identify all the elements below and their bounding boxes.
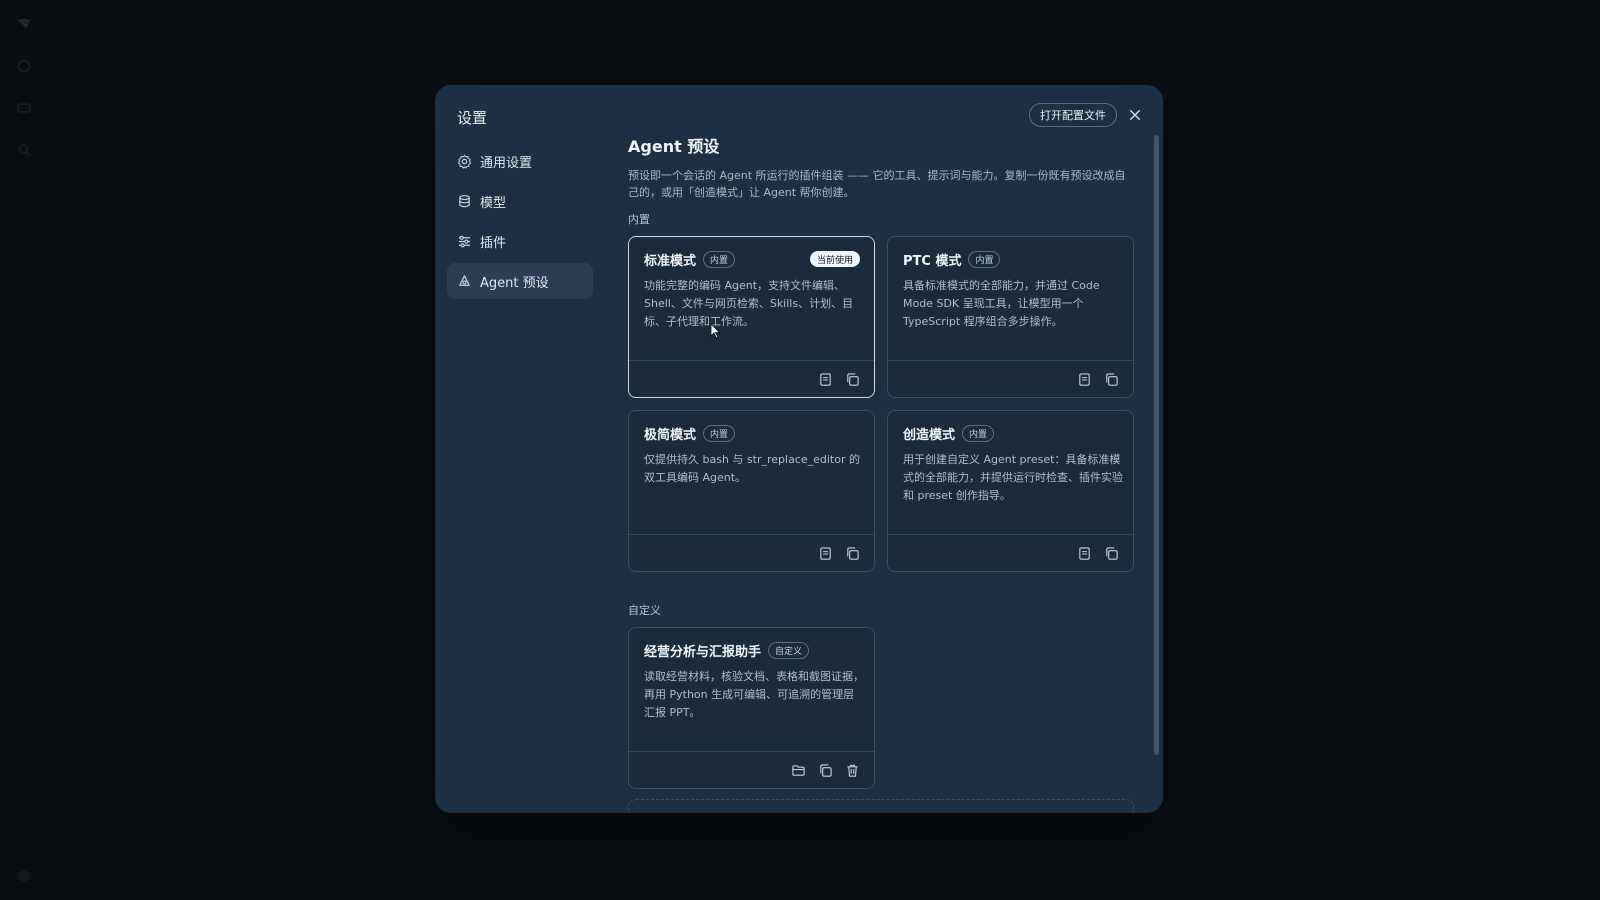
builtin-badge: 内置 bbox=[962, 425, 995, 442]
copy-icon[interactable] bbox=[845, 372, 860, 387]
modal-title: 设置 bbox=[457, 109, 488, 127]
add-preset-placeholder[interactable] bbox=[628, 799, 1134, 813]
page-description: 预设即一个会话的 Agent 所运行的插件组装 —— 它的工具、提示词与能力。复… bbox=[628, 169, 1126, 199]
card-actions bbox=[629, 534, 874, 571]
view-document-icon[interactable] bbox=[818, 546, 833, 561]
custom-presets-grid: 经营分析与汇报助手 自定义 读取经营材料，核验文档、表格和截图证据，再用 Pyt… bbox=[628, 627, 1138, 789]
preset-description: 读取经营材料，核验文档、表格和截图证据，再用 Python 生成可编辑、可追溯的… bbox=[644, 670, 864, 719]
custom-section-label: 自定义 bbox=[628, 604, 661, 617]
gear-icon bbox=[457, 154, 472, 169]
preset-card-minimal[interactable]: 极简模式 内置 仅提供持久 bash 与 str_replace_editor … bbox=[628, 410, 875, 572]
preset-card-create[interactable]: 创造模式 内置 用于创建自定义 Agent preset：具备标准模式的全部能力… bbox=[887, 410, 1134, 572]
copy-icon[interactable] bbox=[818, 763, 833, 778]
sidebar-item-agent-presets[interactable]: Agent 预设 bbox=[447, 263, 593, 299]
settings-sidebar: 通用设置 模型 插件 Agent 预设 bbox=[447, 143, 593, 303]
card-actions bbox=[888, 534, 1133, 571]
copy-icon[interactable] bbox=[845, 546, 860, 561]
copy-icon[interactable] bbox=[1104, 372, 1119, 387]
page-title: Agent 预设 bbox=[628, 137, 720, 156]
card-actions bbox=[629, 360, 874, 397]
open-config-file-button[interactable]: 打开配置文件 bbox=[1029, 103, 1117, 127]
database-icon bbox=[459, 194, 470, 207]
sidebar-item-plugins[interactable]: 插件 bbox=[447, 223, 593, 259]
card-actions bbox=[629, 751, 874, 788]
preset-description: 用于创建自定义 Agent preset：具备标准模式的全部能力，并提供运行时检… bbox=[903, 453, 1123, 502]
sidebar-item-models[interactable]: 模型 bbox=[447, 183, 593, 219]
view-document-icon[interactable] bbox=[1077, 546, 1092, 561]
mouse-cursor-icon bbox=[710, 323, 720, 339]
preset-card-business-analysis[interactable]: 经营分析与汇报助手 自定义 读取经营材料，核验文档、表格和截图证据，再用 Pyt… bbox=[628, 627, 875, 789]
builtin-badge: 内置 bbox=[968, 251, 1001, 268]
preset-description: 具备标准模式的全部能力，并通过 Code Mode SDK 呈现工具，让模型用一… bbox=[903, 279, 1100, 328]
content-scrollbar[interactable] bbox=[1154, 135, 1159, 755]
agent-icon bbox=[459, 274, 470, 286]
close-icon[interactable] bbox=[1125, 105, 1145, 125]
sidebar-item-label: 通用设置 bbox=[480, 155, 533, 171]
builtin-section-label: 内置 bbox=[628, 213, 650, 226]
copy-icon[interactable] bbox=[1104, 546, 1119, 561]
preset-card-ptc[interactable]: PTC 模式 内置 具备标准模式的全部能力，并通过 Code Mode SDK … bbox=[887, 236, 1134, 398]
agent-presets-panel: Agent 预设 预设即一个会话的 Agent 所运行的插件组装 —— 它的工具… bbox=[628, 131, 1138, 813]
preset-name: 经营分析与汇报助手 bbox=[644, 645, 762, 660]
open-folder-icon[interactable] bbox=[791, 763, 806, 778]
builtin-presets-grid: 标准模式 内置 当前使用 功能完整的编码 Agent，支持文件编辑、Shell、… bbox=[628, 236, 1138, 572]
view-document-icon[interactable] bbox=[818, 372, 833, 387]
sliders-icon bbox=[458, 235, 471, 247]
custom-badge: 自定义 bbox=[768, 642, 810, 659]
preset-description: 功能完整的编码 Agent，支持文件编辑、Shell、文件与网页检索、Skill… bbox=[644, 279, 854, 328]
builtin-badge: 内置 bbox=[703, 251, 736, 268]
preset-name: 创造模式 bbox=[903, 428, 956, 443]
view-document-icon[interactable] bbox=[1077, 372, 1092, 387]
preset-name: 极简模式 bbox=[644, 428, 697, 443]
preset-description: 仅提供持久 bash 与 str_replace_editor 的双工具编码 A… bbox=[644, 453, 860, 484]
preset-name: PTC 模式 bbox=[903, 254, 962, 269]
preset-name: 标准模式 bbox=[644, 254, 697, 269]
sidebar-item-general[interactable]: 通用设置 bbox=[447, 143, 593, 179]
preset-card-standard[interactable]: 标准模式 内置 当前使用 功能完整的编码 Agent，支持文件编辑、Shell、… bbox=[628, 236, 875, 398]
trash-icon[interactable] bbox=[845, 763, 860, 778]
card-actions bbox=[888, 360, 1133, 397]
sidebar-item-label: 模型 bbox=[480, 195, 507, 211]
current-in-use-badge: 当前使用 bbox=[809, 251, 860, 267]
settings-modal: 设置 打开配置文件 通用设置 模型 插件 Agent 预设 Agent 预设 预… bbox=[435, 85, 1163, 813]
sidebar-item-label: 插件 bbox=[480, 235, 507, 251]
sidebar-item-label: Agent 预设 bbox=[480, 275, 549, 291]
builtin-badge: 内置 bbox=[703, 425, 736, 442]
